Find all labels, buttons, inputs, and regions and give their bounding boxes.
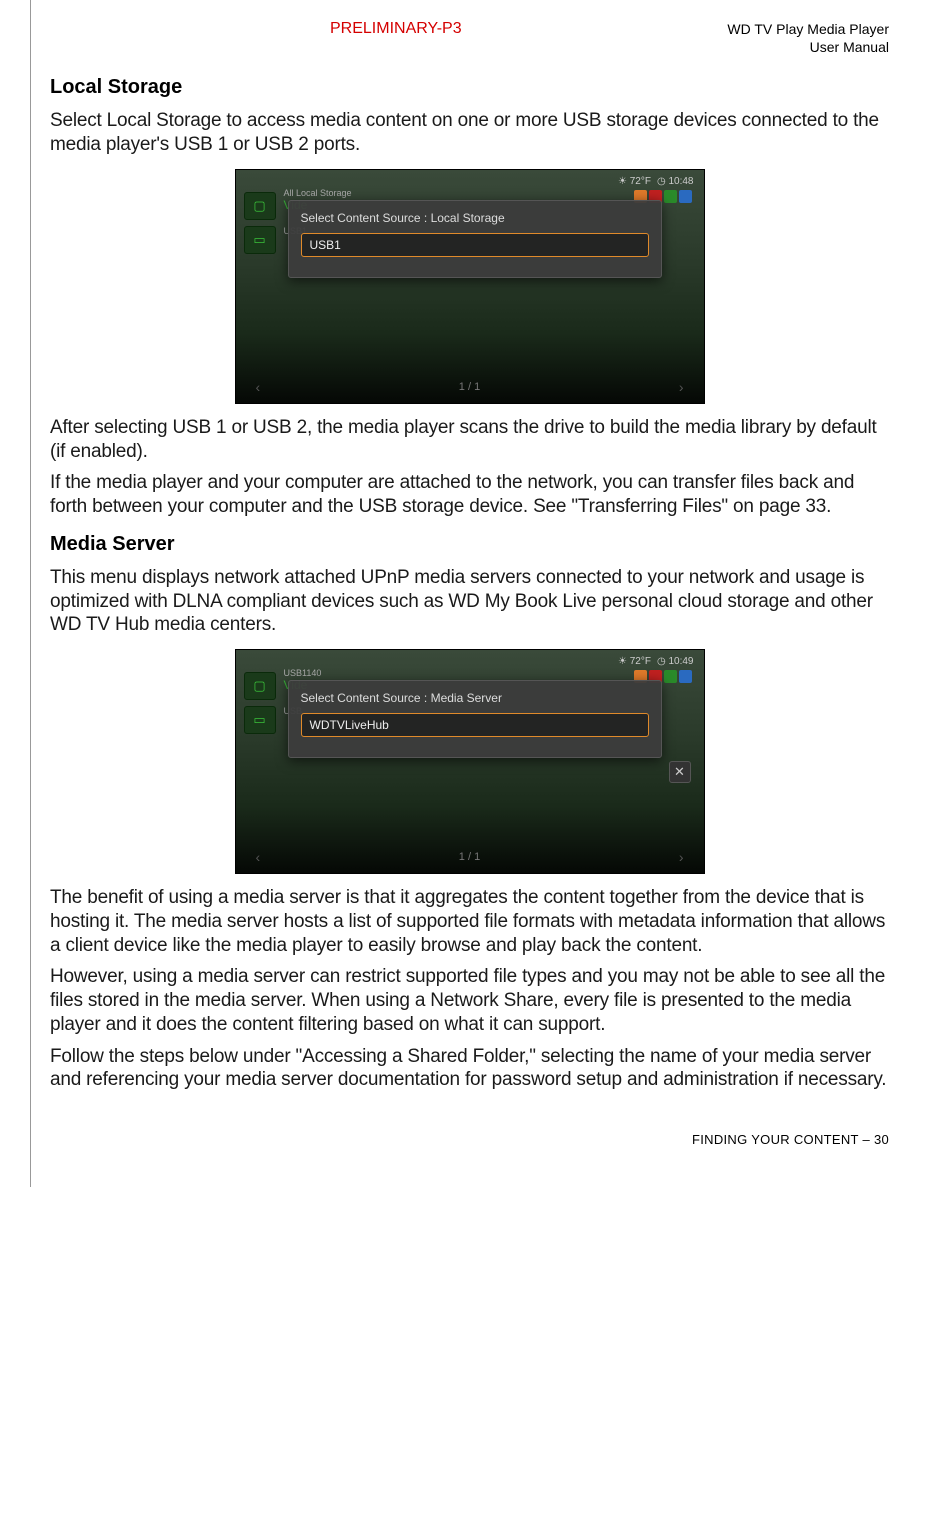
video-tab-icon[interactable]: ▢	[244, 192, 276, 220]
app-icon	[679, 670, 692, 683]
dialog-title: Select Content Source : Local Storage	[301, 211, 649, 225]
chevron-left-icon[interactable]: ‹	[256, 379, 261, 395]
side-tabs: ▢ ▭	[244, 192, 276, 254]
media-server-p4: Follow the steps below under "Accessing …	[50, 1045, 889, 1093]
pager: ‹ 1 / 1 ›	[236, 849, 704, 865]
dialog-title: Select Content Source : Media Server	[301, 691, 649, 705]
page-left-rule	[30, 0, 31, 1187]
footer-sep: –	[859, 1132, 874, 1147]
content-source-dialog: Select Content Source : Media Server WDT…	[288, 680, 662, 758]
side-tabs: ▢ ▭	[244, 672, 276, 734]
heading-media-server: Media Server	[50, 533, 889, 556]
app-icon	[679, 190, 692, 203]
preliminary-stamp: PRELIMINARY-P3	[330, 20, 462, 38]
local-storage-p3: If the media player and your computer ar…	[50, 471, 889, 519]
screenshot-media-server: 72°F 10:49 ▢ ▭ USB1140 Vide USB Select C…	[235, 649, 705, 874]
local-storage-p1: Select Local Storage to access media con…	[50, 109, 889, 157]
doc-title-line1: WD TV Play Media Player	[727, 21, 889, 37]
pager: ‹ 1 / 1 ›	[236, 379, 704, 395]
footer-section: FINDING YOUR CONTENT	[692, 1132, 859, 1147]
heading-local-storage: Local Storage	[50, 76, 889, 99]
footer-page: 30	[874, 1132, 889, 1147]
weather-temp: 72°F	[618, 656, 651, 667]
chevron-right-icon[interactable]: ›	[679, 379, 684, 395]
chevron-right-icon[interactable]: ›	[679, 849, 684, 865]
folder-tab-icon[interactable]: ▭	[244, 226, 276, 254]
page-footer: FINDING YOUR CONTENT – 30	[50, 1132, 889, 1147]
content-source-dialog: Select Content Source : Local Storage US…	[288, 200, 662, 278]
pager-text: 1 / 1	[459, 851, 480, 863]
local-storage-p2: After selecting USB 1 or USB 2, the medi…	[50, 416, 889, 464]
app-icon	[664, 190, 677, 203]
media-server-p3: However, using a media server can restri…	[50, 965, 889, 1036]
doc-title-line2: User Manual	[810, 39, 889, 55]
weather-temp: 72°F	[618, 176, 651, 187]
close-icon[interactable]: ✕	[669, 761, 691, 783]
app-icon	[664, 670, 677, 683]
video-tab-icon[interactable]: ▢	[244, 672, 276, 700]
media-server-p1: This menu displays network attached UPnP…	[50, 566, 889, 637]
page-header: PRELIMINARY-P3 WD TV Play Media Player U…	[50, 20, 889, 56]
doc-title: WD TV Play Media Player User Manual	[727, 20, 889, 56]
chevron-left-icon[interactable]: ‹	[256, 849, 261, 865]
status-bar: 72°F 10:49	[618, 656, 694, 667]
pager-text: 1 / 1	[459, 381, 480, 393]
clock-time: 10:49	[657, 656, 694, 667]
status-bar: 72°F 10:48	[618, 176, 694, 187]
clock-time: 10:48	[657, 176, 694, 187]
folder-tab-icon[interactable]: ▭	[244, 706, 276, 734]
bg-label-all: All Local Storage	[284, 188, 352, 198]
dialog-item-usb1[interactable]: USB1	[301, 233, 649, 257]
media-server-p2: The benefit of using a media server is t…	[50, 886, 889, 957]
screenshot-local-storage: 72°F 10:48 ▢ ▭ All Local Storage Vide US…	[235, 169, 705, 404]
bg-label-top: USB1140	[284, 668, 322, 678]
dialog-item-wdtvlivehub[interactable]: WDTVLiveHub	[301, 713, 649, 737]
